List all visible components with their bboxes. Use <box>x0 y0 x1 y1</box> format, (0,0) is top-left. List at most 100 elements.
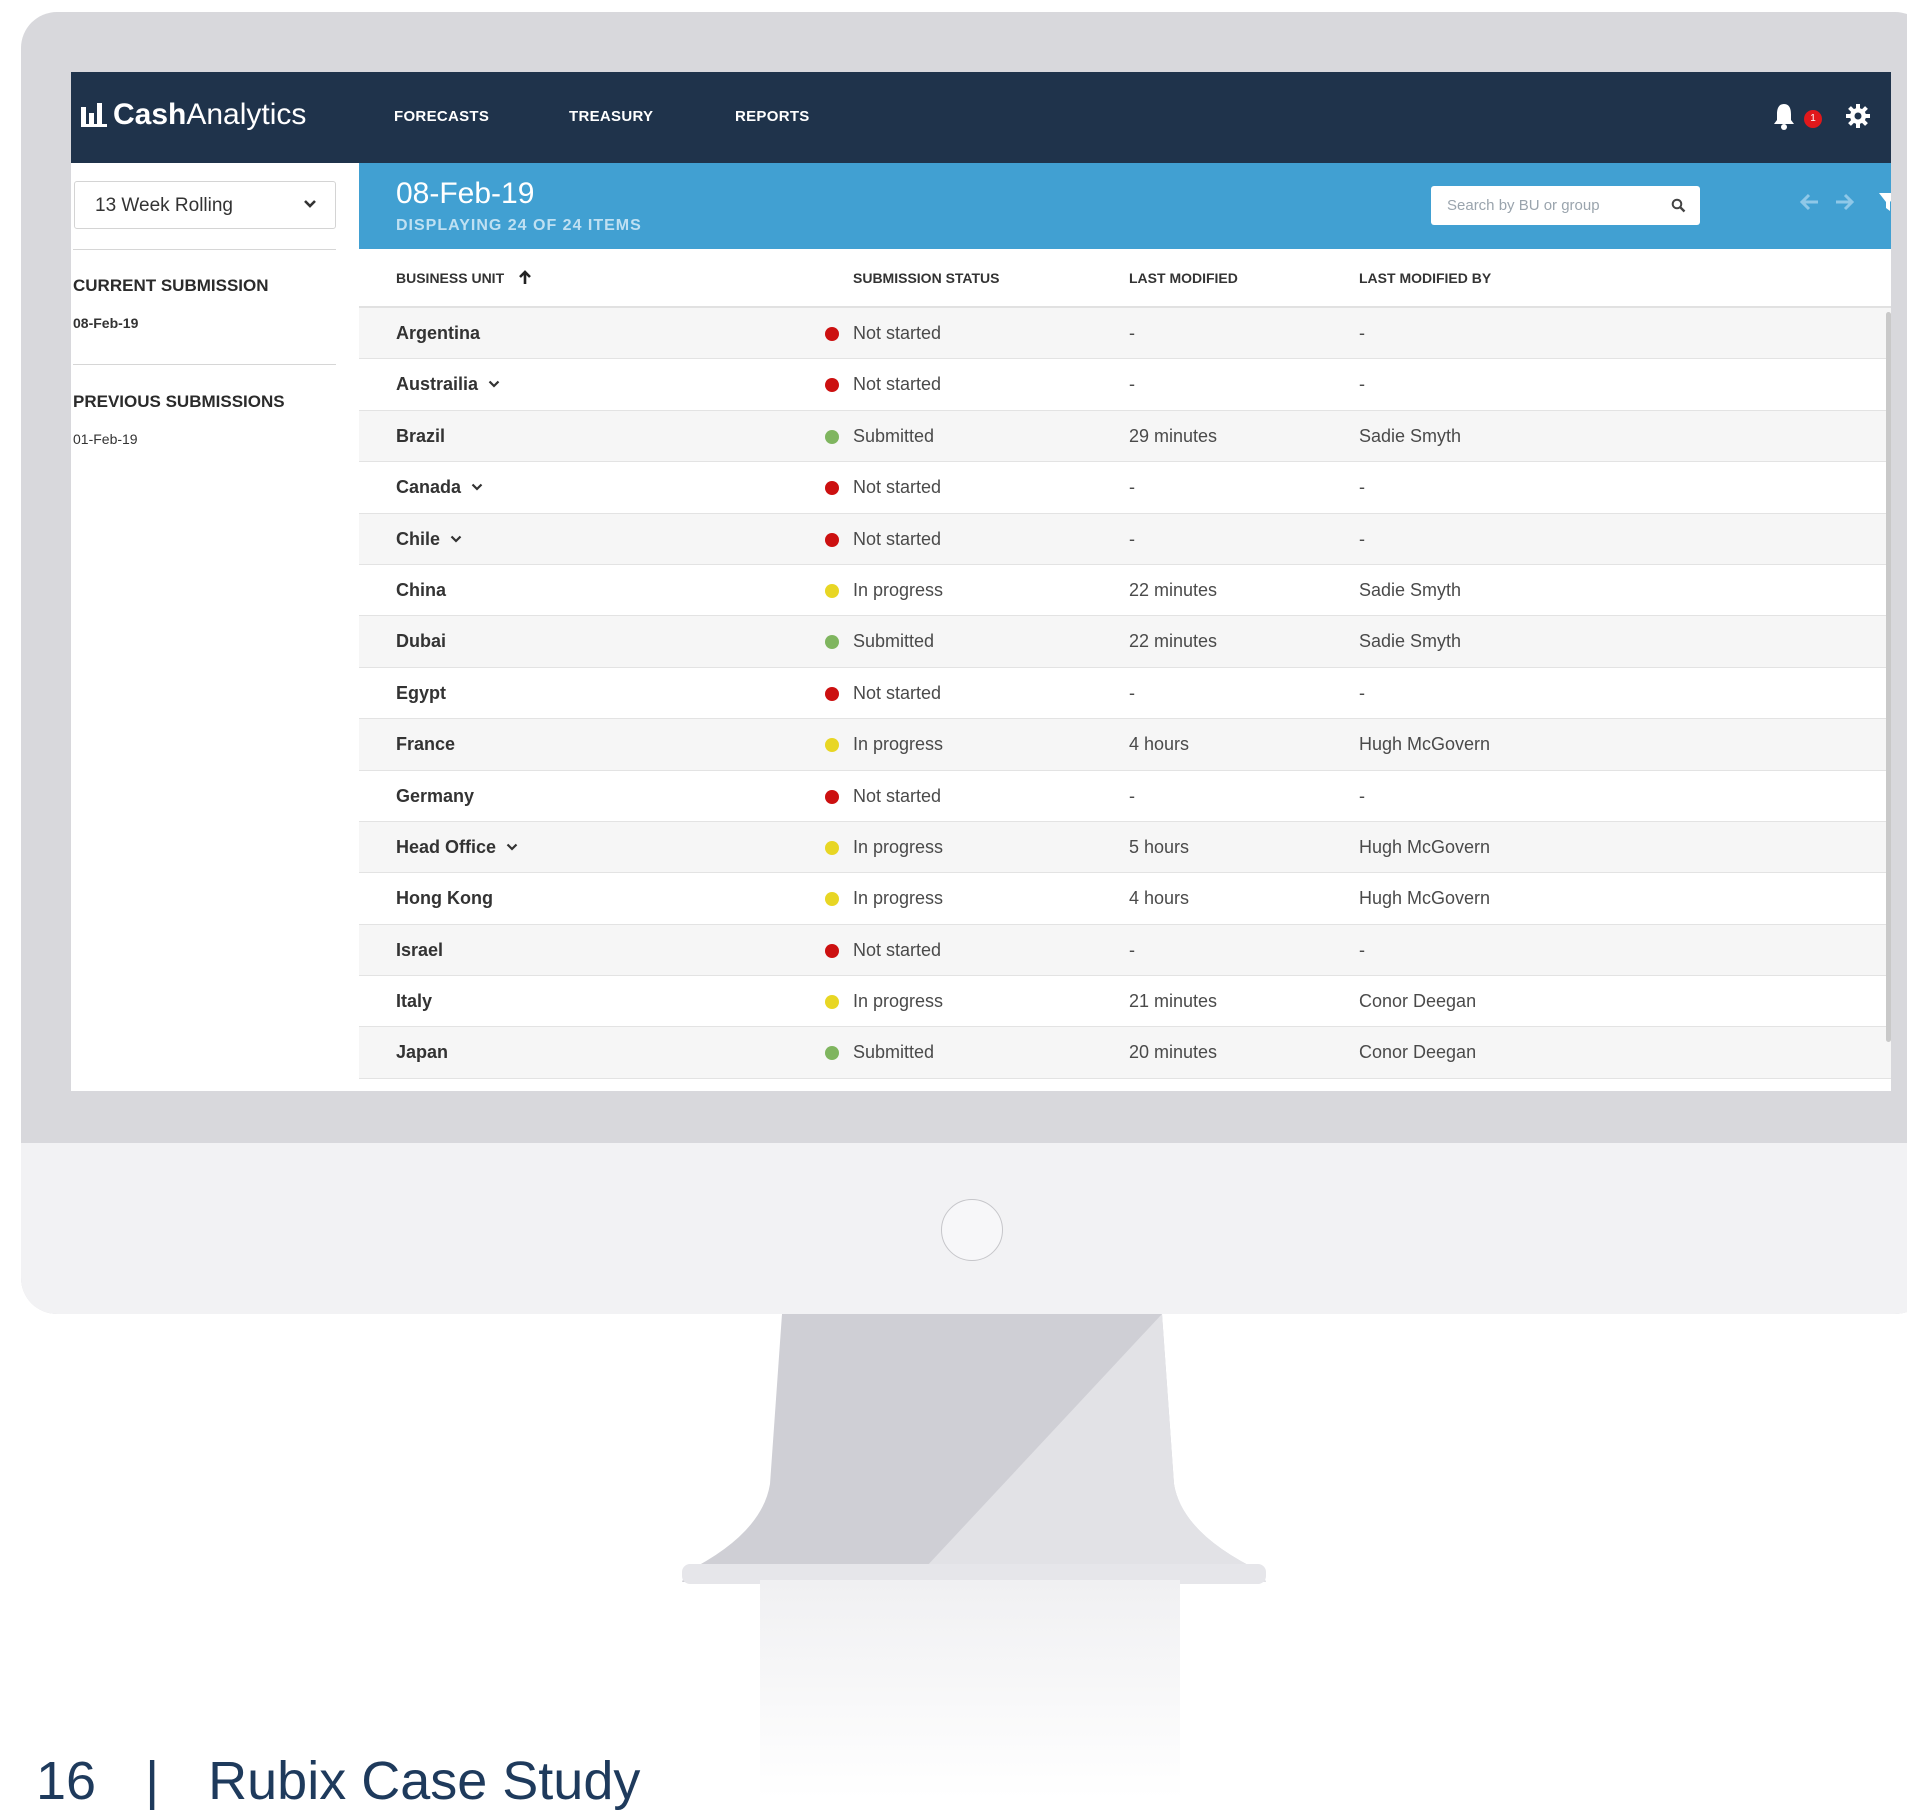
current-submission-date[interactable]: 08-Feb-19 <box>73 315 138 331</box>
last-modified-by-cell: Hugh McGovern <box>1359 888 1491 909</box>
period-select-value: 13 Week Rolling <box>95 195 234 216</box>
last-modified-by-cell: Sadie Smyth <box>1359 425 1462 446</box>
status-cell: In progress <box>825 836 944 858</box>
business-unit-cell[interactable]: Canada <box>396 477 483 498</box>
filter-icon[interactable] <box>1878 191 1891 213</box>
business-unit-cell[interactable]: Germany <box>396 786 474 807</box>
status-cell: In progress <box>825 991 943 1012</box>
table-row[interactable]: Dubai Submitted 22 minutes Sadie Smyth <box>359 616 1891 668</box>
logo-text-light: Analytics <box>186 98 307 131</box>
table-row[interactable]: Israel Not started - - <box>359 924 1891 977</box>
last-modified-cell: 22 minutes <box>1129 579 1218 600</box>
chevron-down-icon[interactable] <box>471 483 483 491</box>
last-modified-by-cell: Hugh McGovern <box>1359 734 1491 755</box>
business-unit-cell[interactable]: Head Office <box>396 837 518 858</box>
arrow-up-icon[interactable] <box>518 270 532 285</box>
column-header-last-modified[interactable]: LAST MODIFIED <box>1129 270 1238 286</box>
status-text: In progress <box>853 888 944 909</box>
status-cell: Not started <box>825 477 942 498</box>
status-text: Submitted <box>853 1042 935 1063</box>
previous-submissions-heading: PREVIOUS SUBMISSIONS <box>73 392 285 411</box>
table-row[interactable]: Head Office In progress 5 hours Hugh McGove… <box>359 821 1891 874</box>
arrow-right-icon[interactable] <box>1833 191 1855 213</box>
table-row[interactable]: Egypt Not started - - <box>359 667 1891 720</box>
table-row[interactable]: Germany Not started - - <box>359 770 1891 822</box>
search-icon[interactable] <box>1671 198 1686 213</box>
status-dot <box>825 378 839 393</box>
status-cell: Not started <box>825 374 941 395</box>
status-dot <box>825 635 839 650</box>
logo-text-bold: Cash <box>113 98 187 131</box>
last-modified-cell: - <box>1129 785 1135 806</box>
previous-submission-date[interactable]: 01-Feb-19 <box>73 431 138 447</box>
last-modified-cell: 4 hours <box>1129 888 1190 909</box>
notification-badge: 1 <box>1804 110 1822 128</box>
nav-treasury[interactable]: TREASURY <box>569 108 653 125</box>
status-text: Not started <box>853 939 942 960</box>
table-row[interactable]: Hong Kong In progress 4 hours Hugh McGovern <box>359 873 1891 925</box>
search-input[interactable] <box>1431 186 1661 225</box>
status-cell: Not started <box>825 786 941 807</box>
business-unit-name: Japan <box>396 1042 449 1063</box>
last-modified-by-cell: Sadie Smyth <box>1359 579 1462 600</box>
status-dot <box>825 481 839 496</box>
sidebar-divider <box>73 249 336 250</box>
table-row[interactable]: Argentina Not started - - <box>359 308 1891 360</box>
table-scrollbar[interactable] <box>1886 312 1891 1042</box>
table-row[interactable]: Brazil Submitted 29 minutes Sadie Smyth <box>359 410 1891 463</box>
chevron-down-icon[interactable] <box>450 535 462 543</box>
business-unit-cell[interactable]: Dubai <box>396 631 446 652</box>
business-unit-name: Head Office <box>396 836 497 857</box>
status-text: Not started <box>853 528 942 549</box>
column-header-last-modified-by[interactable]: LAST MODIFIED BY <box>1359 270 1491 286</box>
business-unit-cell[interactable]: Japan <box>396 1042 448 1063</box>
last-modified-by-cell: Sadie Smyth <box>1359 631 1462 652</box>
business-unit-name: France <box>396 734 456 755</box>
status-dot <box>825 583 839 598</box>
status-dot <box>825 686 839 701</box>
business-unit-name: Brazil <box>396 425 446 446</box>
business-unit-cell[interactable]: France <box>396 734 455 755</box>
bell-icon[interactable] <box>1772 102 1796 130</box>
period-select[interactable]: 13 Week Rolling <box>74 181 336 229</box>
arrow-left-icon[interactable] <box>1799 191 1821 213</box>
chevron-down-icon[interactable] <box>506 843 518 851</box>
chevron-down-icon[interactable] <box>488 380 500 388</box>
business-unit-cell[interactable]: Argentina <box>396 323 480 344</box>
status-dot <box>825 995 839 1010</box>
gear-icon[interactable] <box>1846 104 1870 128</box>
business-unit-cell[interactable]: Austrailia <box>396 374 500 395</box>
status-text: Not started <box>853 323 942 343</box>
business-unit-name: Argentina <box>396 323 481 343</box>
table-row[interactable]: Canada Not started - - <box>359 462 1891 514</box>
table-row[interactable]: Japan Submitted 20 minutes Conor Deegan <box>359 1027 1891 1079</box>
nav-reports[interactable]: REPORTS <box>735 108 810 125</box>
status-dot <box>825 327 839 341</box>
nav-forecasts[interactable]: FORECASTS <box>394 108 489 125</box>
business-unit-cell[interactable]: China <box>396 580 446 601</box>
status-text: In progress <box>853 836 944 857</box>
sidebar: 13 Week Rolling CURRENT SUBMISSION 08-Fe… <box>71 163 359 1091</box>
caption-title: Rubix Case Study <box>208 1751 641 1811</box>
status-text: Not started <box>853 477 942 498</box>
table-row[interactable]: France In progress 4 hours Hugh McGovern <box>359 719 1891 771</box>
column-header-business-unit[interactable]: BUSINESS UNIT <box>396 270 532 286</box>
table-row[interactable]: Italy In progress 21 minutes Conor Deegan <box>359 976 1891 1028</box>
status-cell: Submitted <box>825 426 934 447</box>
table-row[interactable]: China In progress 22 minutes Sadie Smyth <box>359 564 1891 617</box>
search-box <box>1431 186 1700 225</box>
table-row[interactable]: Chile Not started - - <box>359 513 1891 565</box>
business-unit-cell[interactable]: Brazil <box>396 426 445 447</box>
logo[interactable]: Cash Analytics <box>81 98 306 132</box>
business-unit-cell[interactable]: Italy <box>396 991 432 1012</box>
last-modified-by-cell: - <box>1359 477 1365 498</box>
last-modified-cell: 5 hours <box>1129 836 1190 857</box>
submission-title: 08-Feb-19 <box>396 177 535 210</box>
business-unit-cell[interactable]: Israel <box>396 940 443 961</box>
column-header-submission-status[interactable]: SUBMISSION STATUS <box>853 270 1000 286</box>
business-unit-cell[interactable]: Hong Kong <box>396 888 493 909</box>
business-unit-cell[interactable]: Egypt <box>396 683 446 704</box>
table-row[interactable]: Austrailia Not started - - <box>359 359 1891 411</box>
business-unit-cell[interactable]: Chile <box>396 529 462 550</box>
sidebar-divider <box>73 364 336 365</box>
